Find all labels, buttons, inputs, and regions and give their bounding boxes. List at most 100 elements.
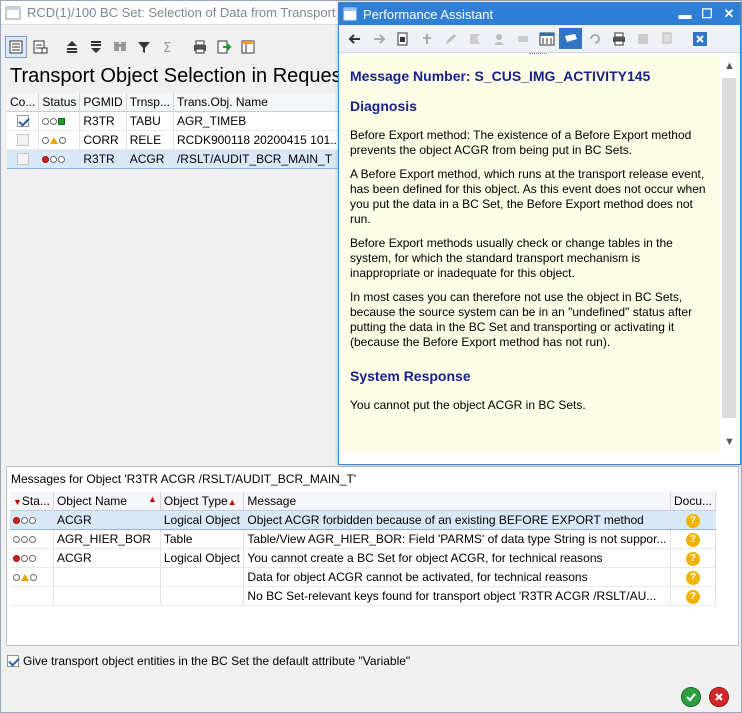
pa-content: Message Number: S_CUS_IMG_ACTIVITY145 Di… — [340, 56, 720, 452]
scroll-thumb[interactable] — [722, 78, 736, 418]
row-checkbox[interactable] — [16, 134, 29, 147]
cell-pgmid: R3TR — [79, 111, 127, 131]
transport-objects-table: Co... Status PGMID Trnsp... Trans.Obj. N… — [7, 93, 360, 169]
cell-message: No BC Set-relevant keys found for transp… — [243, 586, 671, 606]
sort-ascending-icon[interactable] — [61, 36, 83, 58]
cell-object-name — [53, 586, 161, 606]
status-ok-icon — [42, 117, 66, 125]
cell-name: AGR_TIMEB — [173, 111, 345, 131]
system-response-heading: System Response — [350, 368, 471, 384]
hierarchy-icon[interactable] — [415, 28, 438, 49]
table-row[interactable]: R3TR TABU AGR_TIMEB — [7, 111, 360, 131]
sort-descending-icon[interactable] — [85, 36, 107, 58]
back-icon[interactable] — [343, 28, 366, 49]
message-row[interactable]: ACGR Logical Object Object ACGR forbidde… — [10, 509, 717, 530]
settings-icon[interactable] — [511, 28, 534, 49]
close-icon — [715, 693, 723, 701]
messages-panel: Messages for Object 'R3TR ACGR /RSLT/AUD… — [6, 466, 739, 646]
print-icon[interactable] — [607, 28, 630, 49]
deselect-all-icon[interactable] — [29, 36, 51, 58]
col-header-message[interactable]: Message — [243, 492, 671, 511]
col-header-status[interactable]: ▼Sta... — [10, 492, 54, 511]
pin-icon[interactable] — [559, 28, 582, 49]
cell-type: ACGR — [126, 148, 174, 169]
status-warning-icon — [42, 136, 67, 144]
row-checkbox[interactable] — [16, 115, 29, 128]
minimize-icon[interactable]: ▬ — [674, 7, 696, 22]
maximize-icon[interactable]: ☐ — [696, 6, 718, 22]
copy-icon[interactable] — [655, 28, 678, 49]
diagnosis-paragraph: In most cases you can therefore not use … — [350, 290, 693, 349]
help-icon[interactable]: ? — [685, 532, 700, 547]
user-icon[interactable] — [487, 28, 510, 49]
message-row[interactable]: No BC Set-relevant keys found for transp… — [10, 586, 717, 606]
diagnosis-paragraph: A Before Export method, which runs at th… — [350, 167, 706, 226]
close-pa-icon[interactable] — [688, 28, 711, 49]
col-header-object-type[interactable]: Object Type▲ — [160, 492, 245, 511]
message-row[interactable]: Data for object ACGR cannot be activated… — [10, 567, 717, 587]
row-checkbox[interactable] — [16, 153, 29, 166]
cell-type: TABU — [126, 111, 174, 131]
confirm-button[interactable] — [681, 687, 701, 707]
status-warning-icon — [13, 573, 37, 581]
help-icon[interactable]: ? — [685, 551, 700, 566]
edit-icon[interactable] — [439, 28, 462, 49]
help-icon[interactable]: ? — [685, 589, 700, 604]
technical-info-icon[interactable] — [463, 28, 486, 49]
messages-title: Messages for Object 'R3TR ACGR /RSLT/AUD… — [11, 472, 357, 486]
status-error-icon — [13, 554, 36, 562]
col-header-status[interactable]: Status — [38, 93, 81, 112]
scroll-up-icon[interactable]: ▲ — [720, 56, 739, 76]
layout-icon[interactable] — [237, 36, 259, 58]
glossary-icon[interactable] — [631, 28, 654, 49]
close-icon[interactable]: ✕ — [718, 6, 740, 22]
sum-icon[interactable]: Σ — [157, 36, 179, 58]
cell-object-type: Table — [160, 529, 245, 549]
col-header-co[interactable]: Co... — [7, 93, 40, 112]
pa-title: Performance Assistant — [363, 6, 494, 22]
pa-titlebar[interactable]: Performance Assistant ▬ ☐ ✕ — [339, 3, 740, 25]
sort-asc-icon: ▲ — [227, 496, 237, 507]
performance-assistant-window: Performance Assistant ▬ ☐ ✕ Message Numb… — [338, 2, 741, 465]
refresh-icon[interactable] — [583, 28, 606, 49]
diagnosis-paragraph: Before Export method: The existence of a… — [350, 128, 692, 157]
pa-toolbar — [339, 25, 740, 53]
cell-object-type — [160, 567, 245, 587]
col-header-pgmid[interactable]: PGMID — [79, 93, 127, 112]
variable-attribute-option[interactable]: Give transport object entities in the BC… — [7, 654, 410, 668]
calendar-icon[interactable] — [535, 28, 558, 49]
sort-desc-icon: ▼ — [13, 496, 22, 507]
system-response-text: You cannot put the object ACGR in BC Set… — [350, 398, 586, 412]
cell-object-name: ACGR — [53, 548, 161, 568]
variable-attribute-label: Give transport object entities in the BC… — [23, 654, 411, 668]
cell-type: RELE — [126, 130, 174, 150]
window-title: RCD(1)/100 BC Set: Selection of Data fro… — [27, 5, 336, 20]
cell-pgmid: R3TR — [79, 148, 127, 169]
variable-attribute-checkbox[interactable] — [7, 655, 19, 667]
window-icon — [343, 7, 357, 21]
col-header-object-name[interactable]: Object Name ▲ — [53, 492, 161, 511]
cell-object-name: ACGR — [53, 509, 161, 530]
cell-message: Data for object ACGR cannot be activated… — [243, 567, 671, 587]
filter-icon[interactable] — [133, 36, 155, 58]
find-icon[interactable] — [109, 36, 131, 58]
message-row[interactable]: ACGR Logical Object You cannot create a … — [10, 548, 717, 568]
table-row[interactable]: R3TR ACGR /RSLT/AUDIT_BCR_MAIN_T — [7, 148, 360, 169]
cancel-button[interactable] — [709, 687, 729, 707]
cell-object-name: AGR_HIER_BOR — [53, 529, 161, 549]
col-header-name[interactable]: Trans.Obj. Name — [173, 93, 345, 112]
message-number: Message Number: S_CUS_IMG_ACTIVITY145 — [350, 68, 651, 84]
table-row[interactable]: CORR RELE RCDK900118 20200415 101... — [7, 130, 360, 150]
document-icon[interactable] — [391, 28, 414, 49]
message-row[interactable]: AGR_HIER_BOR Table Table/View AGR_HIER_B… — [10, 529, 717, 549]
forward-icon[interactable] — [367, 28, 390, 49]
scroll-down-icon[interactable]: ▼ — [720, 432, 739, 452]
help-icon[interactable]: ? — [685, 570, 700, 585]
help-icon[interactable]: ? — [685, 513, 700, 528]
select-all-icon[interactable] — [5, 36, 27, 58]
print-icon[interactable] — [189, 36, 211, 58]
col-header-docu[interactable]: Docu... — [670, 492, 717, 511]
col-header-type[interactable]: Trnsp... — [126, 93, 174, 112]
pa-scrollbar[interactable]: ▲ ▼ — [720, 56, 739, 452]
export-icon[interactable] — [213, 36, 235, 58]
